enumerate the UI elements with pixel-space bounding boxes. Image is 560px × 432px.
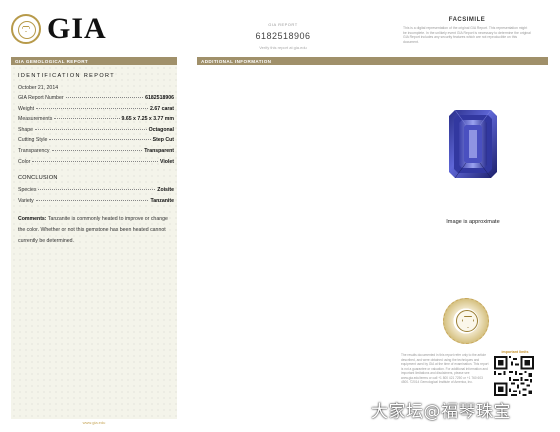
- footer-url: www.gia.edu: [82, 420, 106, 425]
- field-row-species: Species Zoisite: [18, 187, 174, 198]
- report-number-header: 6182518906: [255, 31, 311, 41]
- comments-label: Comments:: [18, 216, 47, 223]
- gia-gold-seal-icon: [443, 298, 489, 344]
- facsimile-title: FACSIMILE: [448, 17, 486, 23]
- verify-text: Verify this report at gia.edu: [259, 45, 307, 50]
- qr-code-icon[interactable]: [494, 356, 534, 396]
- comments: Comments: Tanzanite is commonly heated t…: [18, 214, 176, 246]
- tanzanite-gem-image: [449, 110, 497, 178]
- field-value: Zoisite: [157, 187, 174, 194]
- gia-logo: GIA: [11, 14, 107, 44]
- field-label: Shape: [18, 126, 34, 133]
- report-small-label: GIA REPORT: [268, 22, 298, 27]
- logo-text: GIA: [47, 12, 107, 45]
- field-value: Violet: [159, 158, 174, 165]
- field-row-shape: Shape Octagonal: [18, 127, 174, 138]
- field-value: 6182518906: [145, 95, 174, 101]
- field-row-transparency: Transparency Transparent: [18, 148, 174, 159]
- field-label: Species: [18, 187, 37, 194]
- field-value: Transparent: [144, 147, 174, 154]
- gem-svg: [449, 110, 497, 178]
- image-caption: Image is approximate: [446, 219, 500, 225]
- report-content: IDENTIFICATION REPORT October 21, 2014 G…: [18, 73, 174, 247]
- field-row-cutting-style: Cutting Style Step Cut: [18, 137, 174, 148]
- field-label: Color: [18, 158, 31, 165]
- field-label: Cutting Style: [18, 137, 48, 144]
- report-title: IDENTIFICATION REPORT: [18, 73, 116, 79]
- gia-seal-icon: [11, 14, 41, 44]
- fine-print: The results documented in this report re…: [401, 353, 489, 384]
- field-label: Measurements: [18, 116, 53, 123]
- field-value: Octagonal: [148, 126, 174, 133]
- field-row-report-number: GIA Report Number 6182518906: [18, 95, 174, 106]
- field-value: Tanzanite: [150, 197, 174, 204]
- field-row-color: Color Violet: [18, 159, 174, 170]
- qr-label: important limits: [501, 350, 529, 354]
- field-row-variety: Variety Tanzanite: [18, 198, 174, 209]
- facsimile-text: This is a digital representation of the …: [403, 26, 531, 44]
- field-row-weight: Weight 2.67 carat: [18, 106, 174, 117]
- report-panel: IDENTIFICATION REPORT October 21, 2014 G…: [11, 65, 177, 419]
- report-date: October 21, 2014: [18, 85, 59, 91]
- field-value: 9.65 x 7.25 x 3.77 mm: [121, 116, 175, 123]
- field-label: Variety: [18, 197, 34, 204]
- conclusion-title: CONCLUSION: [18, 175, 58, 182]
- field-label: GIA Report Number: [18, 95, 64, 101]
- field-label: Weight: [18, 105, 35, 112]
- report-page: GIA GIA REPORT 6182518906 Verify this re…: [0, 0, 560, 432]
- field-value: Step Cut: [152, 137, 174, 144]
- field-label: Transparency: [18, 147, 50, 154]
- watermark: 大家坛@福琴珠宝: [371, 402, 511, 422]
- qr-svg: [494, 356, 534, 396]
- section-bar-additional: ADDITIONAL INFORMATION: [197, 57, 548, 65]
- section-bar-gemological: GIA GEMOLOGICAL REPORT: [11, 57, 177, 65]
- field-row-measurements: Measurements 9.65 x 7.25 x 3.77 mm: [18, 116, 174, 127]
- field-value: 2.67 carat: [150, 105, 174, 112]
